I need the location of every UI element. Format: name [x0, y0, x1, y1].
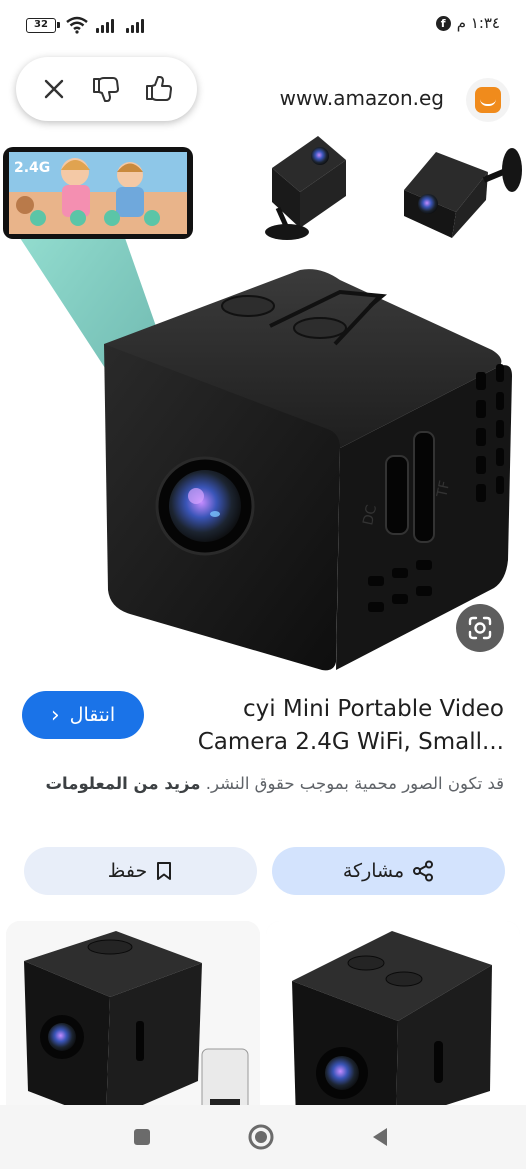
google-lens-icon — [468, 616, 492, 640]
camera-main: DC TF — [104, 269, 512, 671]
dislike-button[interactable] — [90, 73, 122, 105]
wifi-icon — [66, 16, 88, 34]
thumbs-down-icon — [93, 77, 120, 102]
product-title-line-2: Camera 2.4G WiFi, Small... — [197, 729, 504, 755]
recents-button[interactable] — [128, 1123, 156, 1151]
related-image[interactable] — [266, 921, 520, 1121]
amazon-logo-icon — [466, 78, 510, 122]
copyright-text: قد تكون الصور محمية بموجب حقوق النشر. — [205, 774, 504, 793]
save-label: حفظ — [107, 860, 148, 882]
lens-search-button[interactable] — [456, 604, 504, 652]
source-url[interactable]: www.amazon.eg — [280, 86, 444, 110]
battery-level: 32 — [34, 19, 48, 30]
navigation-bar — [0, 1105, 526, 1169]
clock-time: ١:٣٤ م — [456, 14, 500, 32]
product-image[interactable]: 2.4G DC TF — [0, 130, 526, 680]
product-title-line-1: cyi Mini Portable Video — [242, 696, 504, 722]
related-camera-image — [266, 921, 520, 1121]
like-button[interactable] — [143, 73, 175, 105]
phone-badge: 2.4G — [14, 160, 50, 176]
feedback-pill — [16, 57, 197, 121]
close-icon — [44, 79, 64, 99]
chevron-left-icon: ‹ — [50, 702, 60, 728]
bookmark-icon — [157, 862, 172, 880]
camera-thumbnail-2 — [404, 148, 522, 238]
home-circle-icon — [248, 1124, 274, 1150]
back-triangle-icon — [373, 1128, 387, 1146]
share-icon — [413, 860, 434, 882]
share-button[interactable]: مشاركة — [272, 847, 505, 895]
save-button[interactable]: حفظ — [24, 847, 257, 895]
camera-illustration: 2.4G DC TF — [3, 136, 522, 671]
signal-icon — [96, 17, 118, 33]
visit-button[interactable]: انتقال ‹ — [22, 691, 144, 739]
status-bar: 32 ١:٣٤ م f — [0, 0, 526, 52]
camera-thumbnail-1 — [265, 136, 346, 240]
back-button[interactable] — [366, 1123, 394, 1151]
visit-label: انتقال — [69, 704, 116, 726]
related-image[interactable] — [6, 921, 260, 1121]
signal-icon — [126, 17, 148, 33]
related-camera-image — [6, 921, 260, 1121]
product-title[interactable]: cyi Mini Portable Video Camera 2.4G WiFi… — [174, 693, 504, 759]
copyright-notice: قد تكون الصور محمية بموجب حقوق النشر. مز… — [14, 770, 504, 797]
facebook-icon: f — [435, 15, 451, 31]
share-label: مشاركة — [342, 860, 405, 882]
close-button[interactable] — [38, 73, 70, 105]
clock: ١:٣٤ م f — [435, 14, 500, 32]
square-icon — [134, 1129, 150, 1145]
home-button[interactable] — [247, 1123, 275, 1151]
thumbs-up-icon — [145, 76, 172, 101]
battery-icon: 32 — [26, 18, 60, 33]
more-info-link[interactable]: مزيد من المعلومات — [45, 774, 200, 793]
